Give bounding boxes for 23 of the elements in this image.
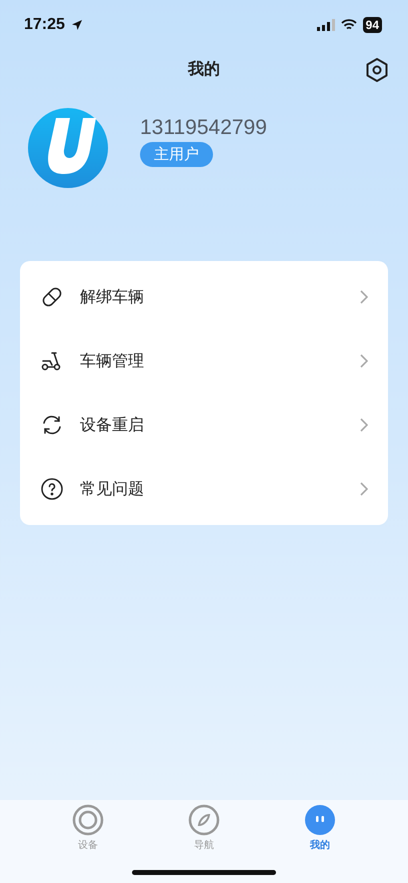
menu-item[interactable]: 解绑车辆 bbox=[20, 265, 388, 329]
menu-item[interactable]: 设备重启 bbox=[20, 393, 388, 457]
pill-icon bbox=[40, 285, 64, 309]
help-icon bbox=[40, 477, 64, 501]
page-title: 我的 bbox=[188, 58, 220, 80]
chevron-right-icon bbox=[360, 418, 368, 432]
wifi-icon bbox=[340, 19, 357, 31]
tab[interactable]: 我的 bbox=[304, 804, 336, 852]
settings-icon[interactable] bbox=[364, 57, 390, 83]
chevron-right-icon bbox=[360, 290, 368, 304]
menu-item[interactable]: 常见问题 bbox=[20, 457, 388, 521]
face-icon bbox=[304, 804, 336, 836]
location-arrow-icon bbox=[70, 19, 83, 31]
signal-icon bbox=[316, 19, 335, 31]
ring-icon bbox=[72, 804, 104, 836]
compass-icon bbox=[188, 804, 220, 836]
chevron-right-icon bbox=[360, 354, 368, 368]
chevron-right-icon bbox=[360, 482, 368, 496]
menu-item[interactable]: 车辆管理 bbox=[20, 329, 388, 393]
battery-level: 94 bbox=[362, 17, 382, 33]
role-badge: 主用户 bbox=[140, 142, 213, 166]
phone-number: 13119542799 bbox=[140, 116, 267, 140]
status-time: 17:25 bbox=[24, 16, 65, 34]
